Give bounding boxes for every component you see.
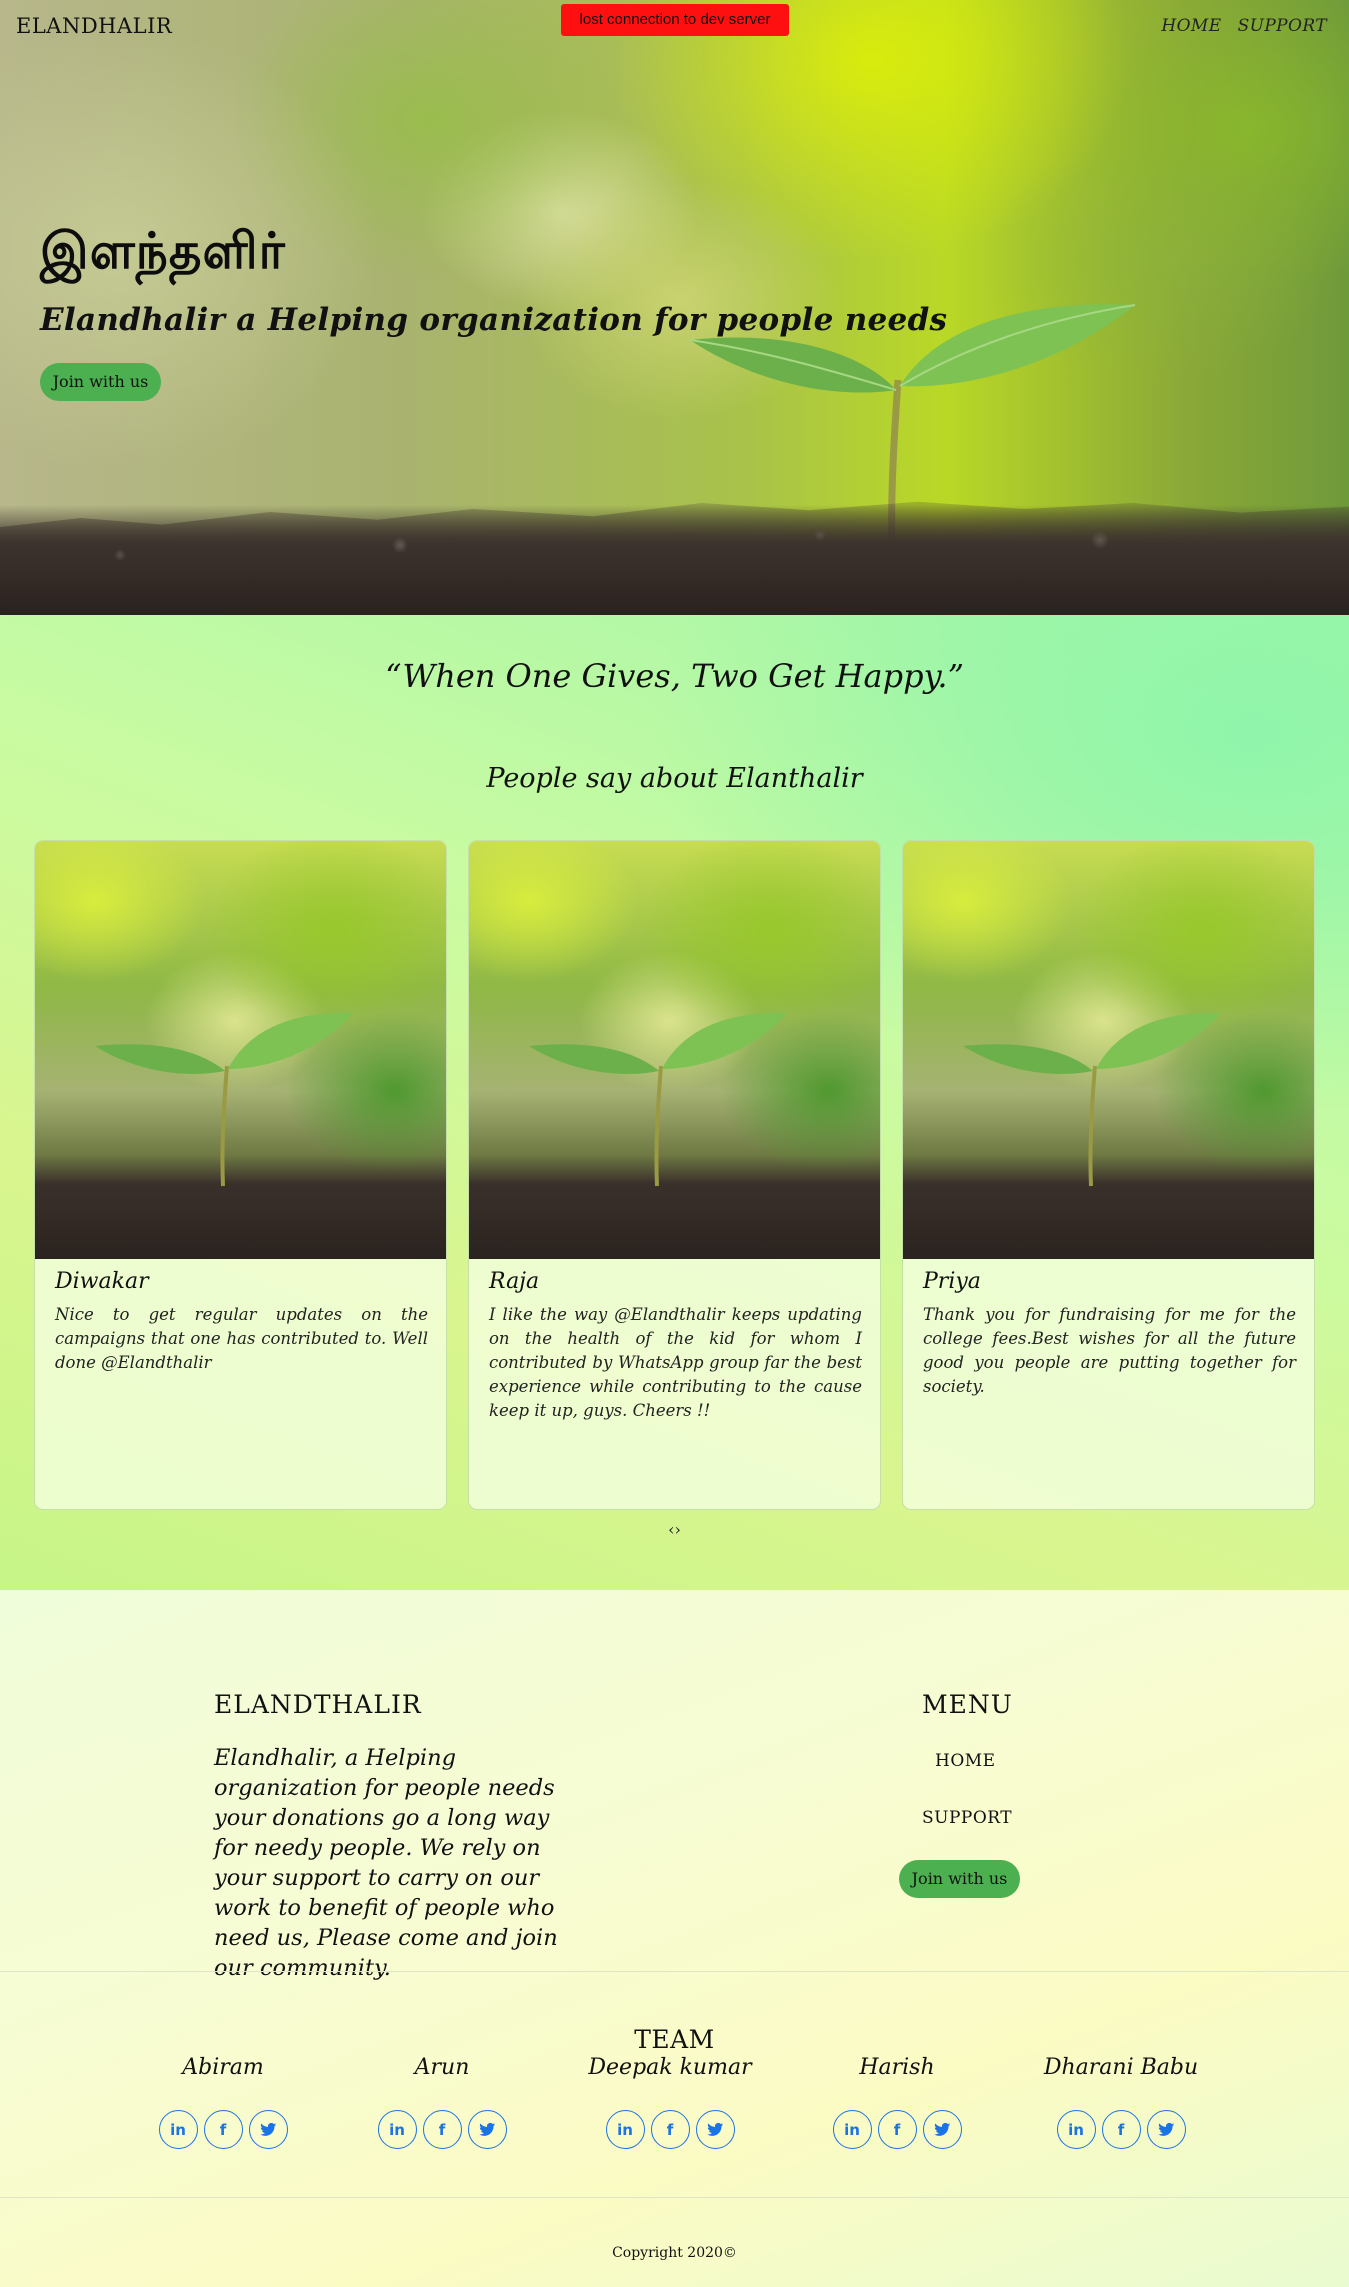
member-socials: in f — [560, 2110, 780, 2149]
twitter-icon[interactable] — [922, 2110, 962, 2149]
testimonial-card: Raja I like the way @Elandthalir keeps u… — [468, 840, 881, 1510]
team-member-name: Arun — [414, 2055, 470, 2080]
facebook-icon[interactable]: f — [650, 2110, 690, 2149]
quote-text: “When One Gives, Two Get Happy.” — [385, 657, 964, 695]
linkedin-icon[interactable]: in — [605, 2110, 645, 2149]
testimonial-card: Diwakar Nice to get regular updates on t… — [34, 840, 447, 1510]
divider — [0, 1971, 1349, 1972]
member-socials: in f — [332, 2110, 552, 2149]
site-logo[interactable]: ELANDHALIR — [16, 14, 172, 38]
join-with-us-button[interactable]: Join with us — [40, 363, 161, 401]
testimonials-section: “When One Gives, Two Get Happy.” People … — [0, 615, 1349, 1590]
member-socials: in f — [1011, 2110, 1231, 2149]
team-title: TEAM — [634, 2025, 715, 2054]
card-text: Thank you for fundraising for me for the… — [923, 1305, 1296, 1396]
carousel-controls[interactable]: ‹› — [0, 1520, 1349, 1539]
linkedin-icon[interactable]: in — [377, 2110, 417, 2149]
footer: ELANDTHALIR Elandhalir, a Helping organi… — [0, 1590, 1349, 2287]
testimonials-heading: People say about Elanthalir — [486, 763, 863, 794]
facebook-icon[interactable]: f — [877, 2110, 917, 2149]
copyright-text: Copyright 2020© — [612, 2245, 737, 2261]
card-text: I like the way @Elandthalir keeps updati… — [489, 1305, 862, 1420]
footer-join-button[interactable]: Join with us — [899, 1860, 1020, 1898]
testimonial-card: Priya Thank you for fundraising for me f… — [902, 840, 1315, 1510]
nav-support-link[interactable]: SUPPORT — [1238, 16, 1327, 36]
hero-tagline: Elandhalir a Helping organization for pe… — [40, 302, 948, 338]
card-text: Nice to get regular updates on the campa… — [55, 1305, 428, 1372]
facebook-icon[interactable]: f — [1101, 2110, 1141, 2149]
facebook-icon[interactable]: f — [203, 2110, 243, 2149]
team-member-name: Deepak kumar — [588, 2055, 752, 2080]
footer-description: Elandhalir, a Helping organization for p… — [214, 1745, 558, 1981]
footer-menu-title: MENU — [922, 1690, 1013, 1719]
hero-section: ELANDHALIR HOME SUPPORT lost connection … — [0, 0, 1349, 615]
footer-home-link[interactable]: HOME — [935, 1751, 996, 1771]
hero-tamil-title: இளந்தளிர் — [40, 222, 286, 280]
card-name: Raja — [489, 1269, 540, 1294]
member-socials: in f — [787, 2110, 1007, 2149]
footer-support-link[interactable]: SUPPORT — [922, 1808, 1012, 1828]
twitter-icon[interactable] — [695, 2110, 735, 2149]
card-name: Priya — [923, 1269, 981, 1294]
linkedin-icon[interactable]: in — [1056, 2110, 1096, 2149]
card-name: Diwakar — [55, 1269, 149, 1294]
team-member-name: Dharani Babu — [1043, 2055, 1199, 2080]
facebook-icon[interactable]: f — [422, 2110, 462, 2149]
team-member-name: Harish — [859, 2055, 935, 2080]
nav-home-link[interactable]: HOME — [1161, 16, 1221, 36]
twitter-icon[interactable] — [1146, 2110, 1186, 2149]
footer-brand: ELANDTHALIR — [214, 1690, 422, 1719]
team-member-name: Abiram — [182, 2055, 264, 2080]
twitter-icon[interactable] — [467, 2110, 507, 2149]
member-socials: in f — [113, 2110, 333, 2149]
twitter-icon[interactable] — [248, 2110, 288, 2149]
divider — [0, 2197, 1349, 2198]
card-sprout-image — [903, 841, 1314, 1259]
top-nav: HOME SUPPORT — [1161, 16, 1327, 36]
soil — [0, 505, 1349, 615]
linkedin-icon[interactable]: in — [832, 2110, 872, 2149]
linkedin-icon[interactable]: in — [158, 2110, 198, 2149]
card-sprout-image — [469, 841, 880, 1259]
card-sprout-image — [35, 841, 446, 1259]
dev-server-banner: lost connection to dev server — [561, 4, 789, 36]
